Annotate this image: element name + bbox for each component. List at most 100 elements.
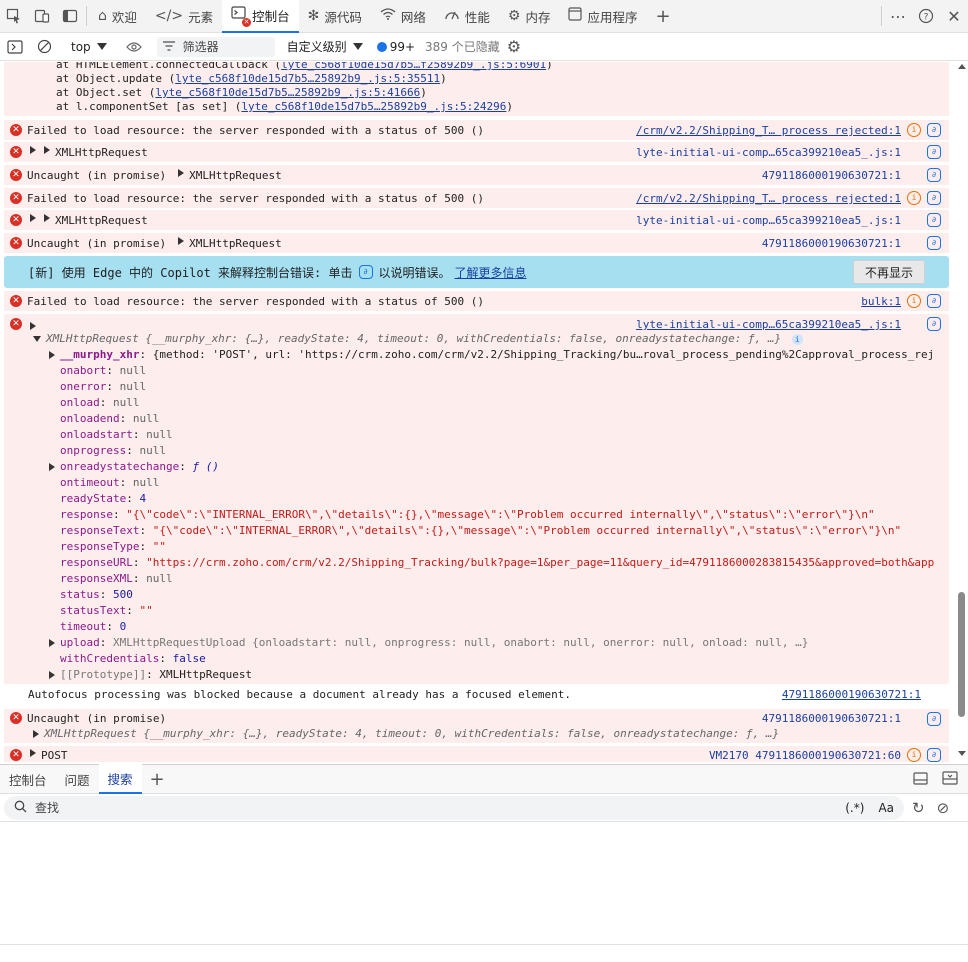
add-tab-button[interactable]: + [647, 0, 680, 33]
copilot-explain-icon[interactable]: ∂ [927, 294, 941, 308]
tab-elements[interactable]: </> 元素 [146, 0, 222, 33]
copilot-explain-icon[interactable]: ∂ [927, 748, 941, 762]
tab-network[interactable]: 网络 [371, 0, 435, 33]
console-error-row[interactable]: ✕ XMLHttpRequest lyte-initial-ui-comp…65… [4, 142, 949, 162]
more-options-icon[interactable]: ⋯ [884, 0, 912, 33]
tab-application[interactable]: 应用程序 [559, 0, 646, 33]
sidebar-toggle-icon[interactable] [0, 33, 30, 61]
network-request-icon[interactable]: i [907, 123, 921, 137]
dock-drawer-icon[interactable] [912, 771, 928, 788]
clear-console-icon[interactable] [30, 33, 59, 61]
settings-gear-icon[interactable]: ⚙ [500, 33, 528, 61]
source-link[interactable]: 4791186000190630721:1 [762, 169, 901, 182]
expand-arrow-icon[interactable] [44, 146, 50, 154]
dock-side-icon[interactable] [56, 0, 84, 33]
source-link[interactable]: lyte-initial-ui-comp…65ca399210ea5_.js:1 [636, 214, 901, 227]
expand-arrow-icon[interactable] [178, 169, 185, 177]
device-emulation-icon[interactable] [28, 0, 56, 33]
expand-arrow-icon[interactable] [49, 351, 55, 359]
live-expression-icon[interactable] [119, 33, 149, 61]
copilot-explain-icon[interactable]: ∂ [927, 191, 941, 205]
console-error-row[interactable]: ✕ Failed to load resource: the server re… [4, 188, 949, 208]
tab-sources[interactable]: ✻ 源代码 [299, 0, 371, 33]
xhr-prop-onreadystatechange[interactable]: onreadystatechange: ƒ () [46, 460, 219, 473]
drawer-tab-console[interactable]: 控制台 [0, 764, 56, 794]
tab-memory[interactable]: ⚙ 内存 [499, 0, 560, 33]
stack-link[interactable]: lyte_c568f10de15d7b5…25892b9_.js:5:24296 [241, 100, 506, 113]
copilot-explain-icon[interactable]: ∂ [927, 123, 941, 137]
copilot-explain-icon[interactable]: ∂ [927, 168, 941, 182]
log-levels-dropdown[interactable]: 自定义级别 [287, 38, 363, 55]
console-scrollbar[interactable] [955, 62, 968, 762]
expand-arrow-icon[interactable] [178, 237, 185, 245]
xhr-summary[interactable]: XMLHttpRequest {__murphy_xhr: {…}, ready… [30, 727, 779, 740]
filter-input[interactable]: 筛选器 [156, 36, 275, 57]
drawer-tab-search[interactable]: 搜索 [98, 764, 142, 794]
regex-toggle[interactable]: (.*) [845, 801, 864, 815]
close-icon[interactable]: ✕ [940, 0, 968, 33]
copilot-explain-icon[interactable]: ∂ [927, 236, 941, 250]
stack-link[interactable]: lyte_c568f10de15d7b5…25892b9_.js:5:35511 [175, 72, 440, 85]
expand-arrow-icon[interactable] [49, 671, 55, 679]
refresh-icon[interactable]: ↻ [912, 799, 925, 817]
source-link[interactable]: 4791186000190630721:1 [762, 237, 901, 250]
copilot-text: [新] 使用 Edge 中的 Copilot 来解释控制台错误: 单击 [28, 265, 353, 280]
stack-link[interactable]: lyte_c568f10de15d7b5…25892b9_.js:5:41666 [155, 86, 420, 99]
copilot-explain-icon[interactable]: ∂ [927, 145, 941, 159]
source-link[interactable]: 4791186000190630721:1 [762, 712, 901, 725]
xhr-prop-murphy[interactable]: __murphy_xhr: {method: 'POST', url: 'htt… [46, 348, 934, 361]
xhr-prop-prototype[interactable]: [[Prototype]]: XMLHttpRequest [46, 668, 252, 681]
info-icon[interactable]: i [791, 334, 803, 345]
network-request-icon[interactable]: i [907, 294, 921, 308]
console-error-row[interactable]: ✕ Uncaught (in promise) XMLHttpRequest 4… [4, 233, 949, 253]
context-selector[interactable]: top [59, 40, 119, 54]
close-drawer-icon[interactable] [942, 770, 958, 788]
source-link[interactable]: 4791186000190630721:1 [782, 688, 921, 701]
source-link[interactable]: lyte-initial-ui-comp…65ca399210ea5_.js:1 [636, 318, 901, 331]
tab-performance[interactable]: 性能 [435, 0, 499, 33]
network-request-icon[interactable]: i [907, 191, 921, 205]
add-drawer-tab-icon[interactable]: + [142, 769, 173, 790]
console-error-row[interactable]: ✕ Failed to load resource: the server re… [4, 291, 949, 311]
search-input[interactable]: 查找 (.*) Aa [4, 795, 904, 820]
drawer-tab-issues[interactable]: 问题 [56, 764, 99, 794]
console-error-row[interactable]: ✕ POST VM2170 4791186000190630721:60 i ∂ [4, 746, 949, 762]
tab-console[interactable]: ✕ 控制台 [222, 0, 299, 33]
console-error-row[interactable]: ✕ Uncaught (in promise) 4791186000190630… [4, 709, 949, 743]
expand-arrow-icon[interactable] [49, 463, 55, 471]
copilot-explain-icon[interactable]: ∂ [927, 712, 941, 726]
console-error-row[interactable]: ✕ Uncaught (in promise) XMLHttpRequest 4… [4, 165, 949, 185]
expand-arrow-icon[interactable] [44, 214, 50, 222]
expand-arrow-icon[interactable] [49, 639, 55, 647]
learn-more-link[interactable]: 了解更多信息 [455, 264, 527, 281]
source-link[interactable]: /crm/v2.2/Shipping_T… process rejected:1 [636, 124, 901, 137]
console-error-row[interactable]: ✕ XMLHttpRequest lyte-initial-ui-comp…65… [4, 210, 949, 230]
clear-search-icon[interactable]: ⊘ [937, 799, 950, 817]
expand-arrow-icon[interactable] [30, 749, 36, 757]
source-link[interactable]: VM2170 4791186000190630721:60 [709, 749, 901, 762]
collapse-arrow-icon[interactable] [33, 336, 41, 342]
copilot-explain-icon[interactable]: ∂ [927, 213, 941, 227]
expand-arrow-icon[interactable] [30, 146, 36, 154]
scrollbar-thumb[interactable] [958, 592, 965, 717]
console-error-row[interactable]: ✕ Failed to load resource: the server re… [4, 120, 949, 140]
scroll-down-icon[interactable] [958, 751, 966, 756]
expand-arrow-icon[interactable] [30, 322, 36, 330]
source-link[interactable]: lyte-initial-ui-comp…65ca399210ea5_.js:1 [636, 146, 901, 159]
source-link[interactable]: /crm/v2.2/Shipping_T… process rejected:1 [636, 192, 901, 205]
dont-show-again-button[interactable]: 不再显示 [853, 260, 925, 284]
scroll-up-icon[interactable] [958, 64, 966, 69]
inspect-element-icon[interactable] [0, 0, 28, 33]
expand-arrow-icon[interactable] [33, 730, 39, 738]
tab-welcome[interactable]: ⌂ 欢迎 [89, 0, 146, 33]
xhr-prop-upload[interactable]: upload: XMLHttpRequestUpload {onloadstar… [46, 636, 808, 649]
help-icon[interactable]: ? [912, 0, 940, 33]
message-count-badge[interactable]: 99+ [376, 40, 415, 54]
source-link[interactable]: bulk:1 [861, 295, 901, 308]
copilot-explain-icon[interactable]: ∂ [927, 317, 941, 331]
xhr-summary[interactable]: XMLHttpRequest {__murphy_xhr: {…}, ready… [30, 332, 803, 345]
stack-link[interactable]: lyte_c568f10de15d7b5…f25892b9_.js:5:6901 [281, 62, 546, 71]
network-request-icon[interactable]: i [907, 748, 921, 762]
match-case-toggle[interactable]: Aa [878, 801, 894, 815]
expand-arrow-icon[interactable] [30, 214, 36, 222]
